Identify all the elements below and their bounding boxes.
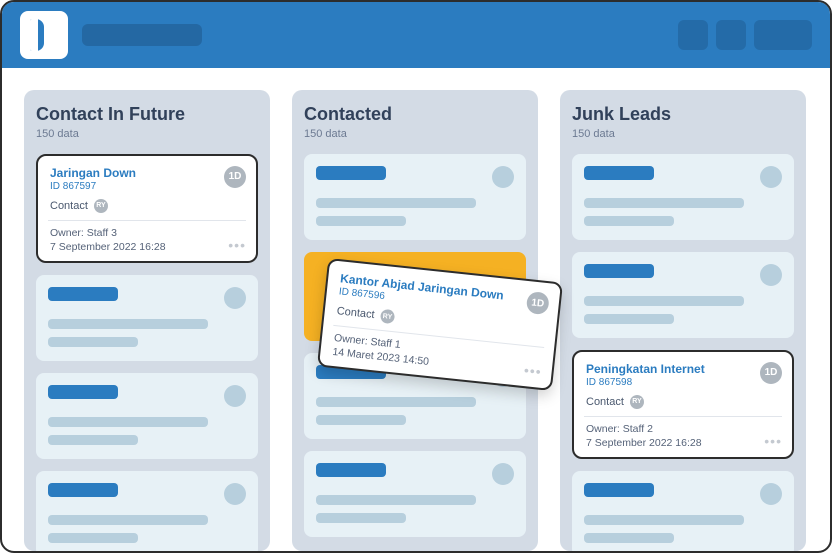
contact-label: Contact bbox=[50, 200, 88, 212]
card-title: Peningkatan Internet bbox=[586, 362, 780, 376]
lead-card-placeholder[interactable] bbox=[36, 471, 258, 551]
column-count: 150 data bbox=[304, 128, 526, 140]
day-badge: 1D bbox=[760, 362, 782, 384]
app-frame: Contact In Future 150 data Jaringan Down… bbox=[0, 0, 832, 553]
day-badge: 1D bbox=[224, 166, 246, 188]
card-owner: Owner: Staff 2 bbox=[586, 423, 780, 435]
lead-card-placeholder[interactable] bbox=[572, 471, 794, 551]
more-icon[interactable]: ••• bbox=[764, 433, 782, 449]
column-contact-in-future: Contact In Future 150 data Jaringan Down… bbox=[24, 90, 270, 551]
column-count: 150 data bbox=[572, 128, 794, 140]
contact-label: Contact bbox=[586, 396, 624, 408]
divider bbox=[584, 416, 782, 417]
lead-card-jaringan-down[interactable]: Jaringan Down ID 867597 1D Contact RY Ow… bbox=[36, 154, 258, 263]
column-title: Contact In Future bbox=[36, 104, 258, 126]
topbar-action-2[interactable] bbox=[716, 20, 746, 50]
lead-card-placeholder[interactable] bbox=[304, 451, 526, 537]
contact-avatar: RY bbox=[630, 395, 644, 409]
column-count: 150 data bbox=[36, 128, 258, 140]
lead-card-peningkatan-internet[interactable]: Peningkatan Internet ID 867598 1D Contac… bbox=[572, 350, 794, 459]
more-icon[interactable]: ••• bbox=[523, 362, 542, 380]
topbar-action-1[interactable] bbox=[678, 20, 708, 50]
topbar bbox=[2, 2, 830, 68]
card-id: ID 867597 bbox=[50, 181, 244, 192]
topbar-actions bbox=[678, 20, 812, 50]
contact-label: Contact bbox=[336, 305, 375, 321]
lead-card-placeholder[interactable] bbox=[36, 373, 258, 459]
card-owner: Owner: Staff 3 bbox=[50, 227, 244, 239]
contact-avatar: RY bbox=[94, 199, 108, 213]
more-icon[interactable]: ••• bbox=[228, 237, 246, 253]
lead-card-placeholder[interactable] bbox=[572, 154, 794, 240]
topbar-action-3[interactable] bbox=[754, 20, 812, 50]
title-placeholder bbox=[82, 24, 202, 46]
divider bbox=[48, 220, 246, 221]
column-title: Junk Leads bbox=[572, 104, 794, 126]
card-id: ID 867598 bbox=[586, 377, 780, 388]
card-title: Jaringan Down bbox=[50, 166, 244, 180]
column-title: Contacted bbox=[304, 104, 526, 126]
column-junk-leads: Junk Leads 150 data Peningkatan Internet… bbox=[560, 90, 806, 551]
lead-card-placeholder[interactable] bbox=[572, 252, 794, 338]
card-date: 7 September 2022 16:28 bbox=[586, 437, 780, 449]
lead-card-placeholder[interactable] bbox=[36, 275, 258, 361]
lead-card-placeholder[interactable] bbox=[304, 154, 526, 240]
app-logo[interactable] bbox=[20, 11, 68, 59]
contact-avatar: RY bbox=[380, 309, 395, 324]
card-date: 7 September 2022 16:28 bbox=[50, 241, 244, 253]
